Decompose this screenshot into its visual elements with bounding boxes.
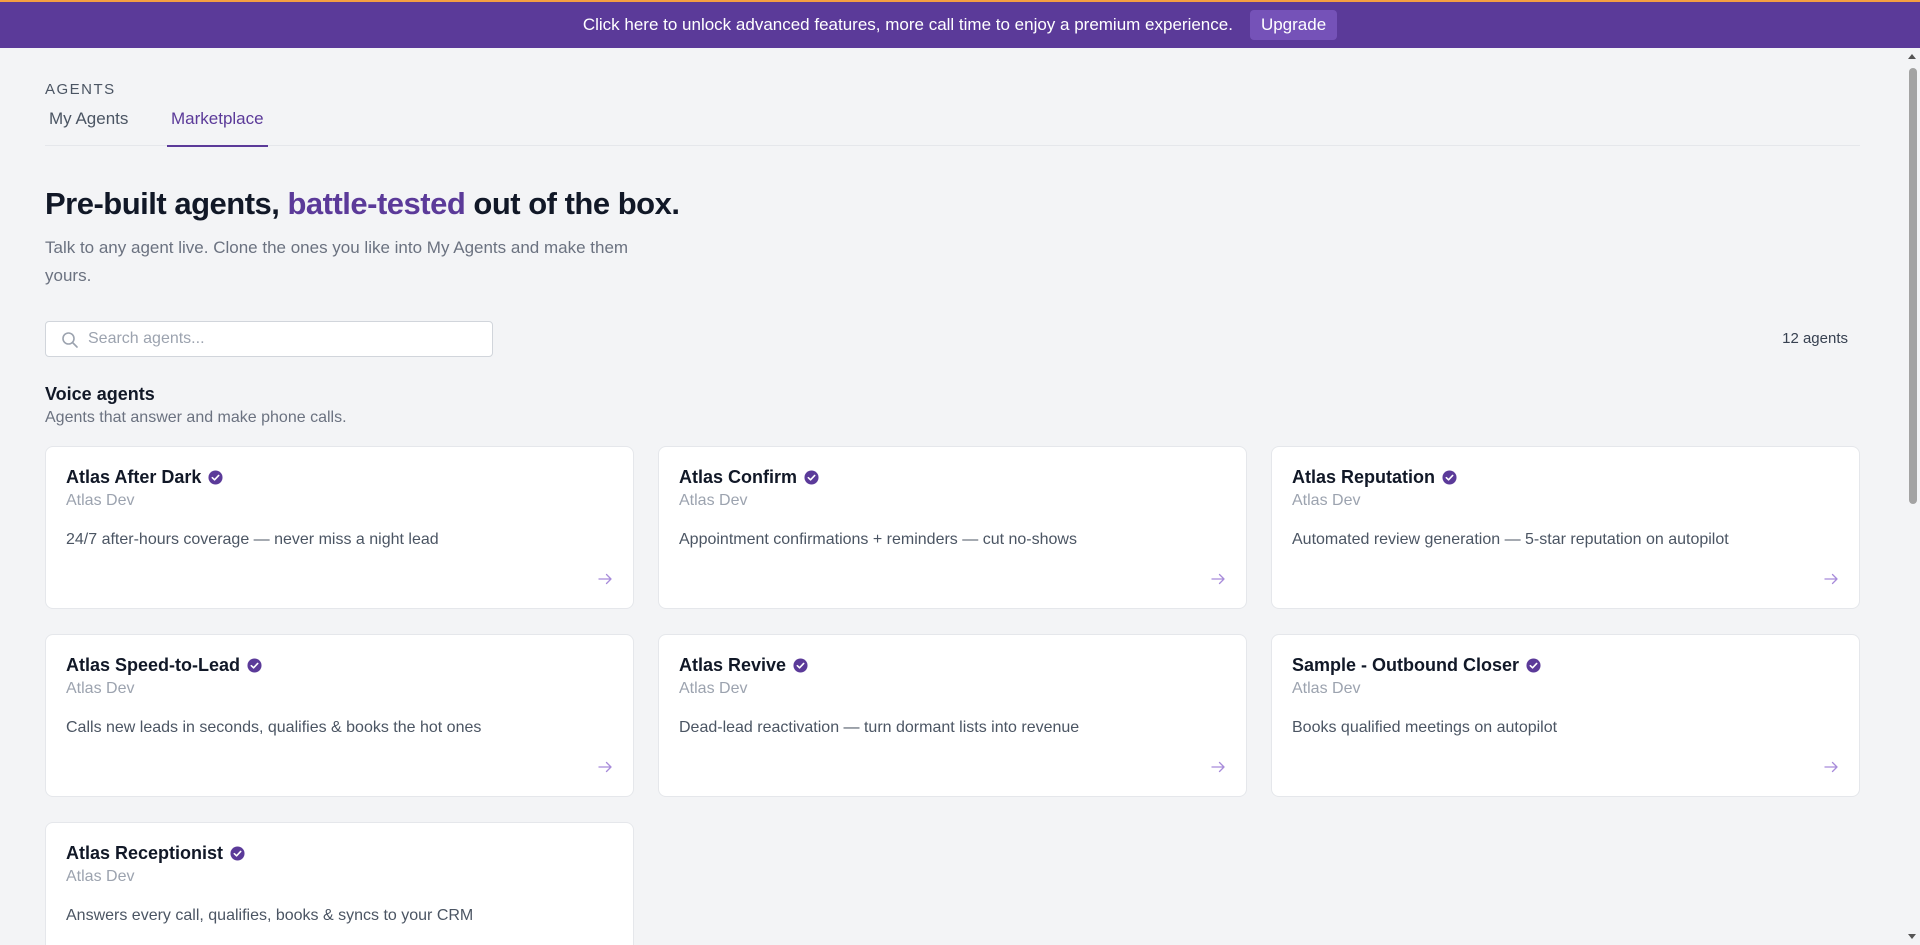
agent-name-row: Atlas Revive — [679, 655, 808, 676]
agent-description: Appointment confirmations + reminders — … — [679, 531, 1077, 548]
arrow-right-icon[interactable] — [1824, 573, 1839, 585]
search-box[interactable] — [45, 321, 493, 357]
scroll-down-arrow-icon[interactable] — [1908, 934, 1916, 939]
search-icon — [62, 332, 78, 348]
agent-card[interactable]: Atlas Confirm Atlas Dev Appointment conf… — [658, 446, 1247, 609]
agent-name: Sample - Outbound Closer — [1292, 655, 1520, 675]
agent-card[interactable]: Atlas Receptionist Atlas Dev Answers eve… — [45, 822, 634, 945]
agent-name-row: Atlas Speed-to-Lead — [66, 655, 262, 676]
scrollbar-thumb[interactable] — [1909, 68, 1917, 504]
verified-badge-icon — [1526, 658, 1541, 673]
agent-name-row: Atlas Receptionist — [66, 843, 245, 864]
arrow-right-icon[interactable] — [1824, 761, 1839, 773]
agent-card[interactable]: Atlas Speed-to-Lead Atlas Dev Calls new … — [45, 634, 634, 797]
agent-name-row: Atlas After Dark — [66, 467, 223, 488]
headline-suffix: out of the box. — [465, 186, 680, 221]
agent-author: Atlas Dev — [66, 492, 135, 509]
headline-prefix: Pre-built agents, — [45, 186, 288, 221]
agent-description: 24/7 after-hours coverage — never miss a… — [66, 531, 439, 548]
group-subtitle: Agents that answer and make phone calls. — [45, 409, 347, 426]
agent-description: Books qualified meetings on autopilot — [1292, 719, 1558, 736]
verified-badge-icon — [208, 470, 223, 485]
agent-card[interactable]: Sample - Outbound Closer Atlas Dev Books… — [1271, 634, 1860, 797]
upgrade-button[interactable]: Upgrade — [1249, 10, 1338, 40]
group-title: Voice agents — [45, 384, 155, 404]
agent-author: Atlas Dev — [66, 680, 135, 697]
search-input[interactable] — [88, 322, 488, 356]
arrow-right-icon[interactable] — [1211, 761, 1226, 773]
scroll-up-arrow-icon[interactable] — [1908, 54, 1916, 59]
upgrade-banner[interactable]: Click here to unlock advanced features, … — [0, 2, 1920, 48]
agent-name-row: Atlas Confirm — [679, 467, 819, 488]
agent-name-row: Atlas Reputation — [1292, 467, 1457, 488]
page-headline: Pre-built agents, battle-tested out of t… — [45, 186, 680, 222]
agent-name: Atlas Receptionist — [66, 843, 224, 863]
agent-description: Dead-lead reactivation — turn dormant li… — [679, 719, 1080, 736]
agent-name: Atlas Revive — [679, 655, 787, 675]
verified-badge-icon — [793, 658, 808, 673]
agent-name: Atlas Confirm — [679, 467, 798, 487]
agent-author: Atlas Dev — [1292, 492, 1361, 509]
agent-name-row: Sample - Outbound Closer — [1292, 655, 1541, 676]
arrow-right-icon[interactable] — [1211, 573, 1226, 585]
page-subtitle: Talk to any agent live. Clone the ones y… — [45, 238, 629, 285]
arrow-right-icon[interactable] — [598, 761, 613, 773]
agent-description: Calls new leads in seconds, qualifies & … — [66, 719, 482, 736]
agent-author: Atlas Dev — [679, 680, 748, 697]
headline-accent: battle-tested — [287, 186, 466, 221]
agent-card[interactable]: Atlas After Dark Atlas Dev 24/7 after-ho… — [45, 446, 634, 609]
banner-message[interactable]: Click here to unlock advanced features, … — [583, 15, 1233, 35]
arrow-right-icon[interactable] — [598, 573, 613, 585]
main-content: AGENTS My Agents Marketplace Pre-built a… — [45, 48, 1860, 945]
verified-badge-icon — [1442, 470, 1457, 485]
agent-count: 12 agents — [1782, 330, 1848, 347]
agent-description: Answers every call, qualifies, books & s… — [66, 907, 474, 924]
agent-author: Atlas Dev — [1292, 680, 1361, 697]
verified-badge-icon — [230, 846, 245, 861]
verified-badge-icon — [804, 470, 819, 485]
tab-marketplace[interactable]: Marketplace — [167, 108, 268, 147]
section-label: AGENTS — [45, 81, 116, 98]
agent-author: Atlas Dev — [679, 492, 748, 509]
vertical-scrollbar[interactable] — [1905, 48, 1920, 945]
agent-card[interactable]: Atlas Revive Atlas Dev Dead-lead reactiv… — [658, 634, 1247, 797]
agent-name: Atlas After Dark — [66, 467, 202, 487]
tab-my-agents[interactable]: My Agents — [45, 108, 132, 146]
agent-name: Atlas Reputation — [1292, 467, 1436, 487]
agent-tabs: My Agents Marketplace — [45, 108, 1860, 147]
agent-card[interactable]: Atlas Reputation Atlas Dev Automated rev… — [1271, 446, 1860, 609]
agent-description: Automated review generation — 5-star rep… — [1292, 531, 1729, 548]
verified-badge-icon — [247, 658, 262, 673]
agent-name: Atlas Speed-to-Lead — [66, 655, 241, 675]
agent-author: Atlas Dev — [66, 868, 135, 885]
